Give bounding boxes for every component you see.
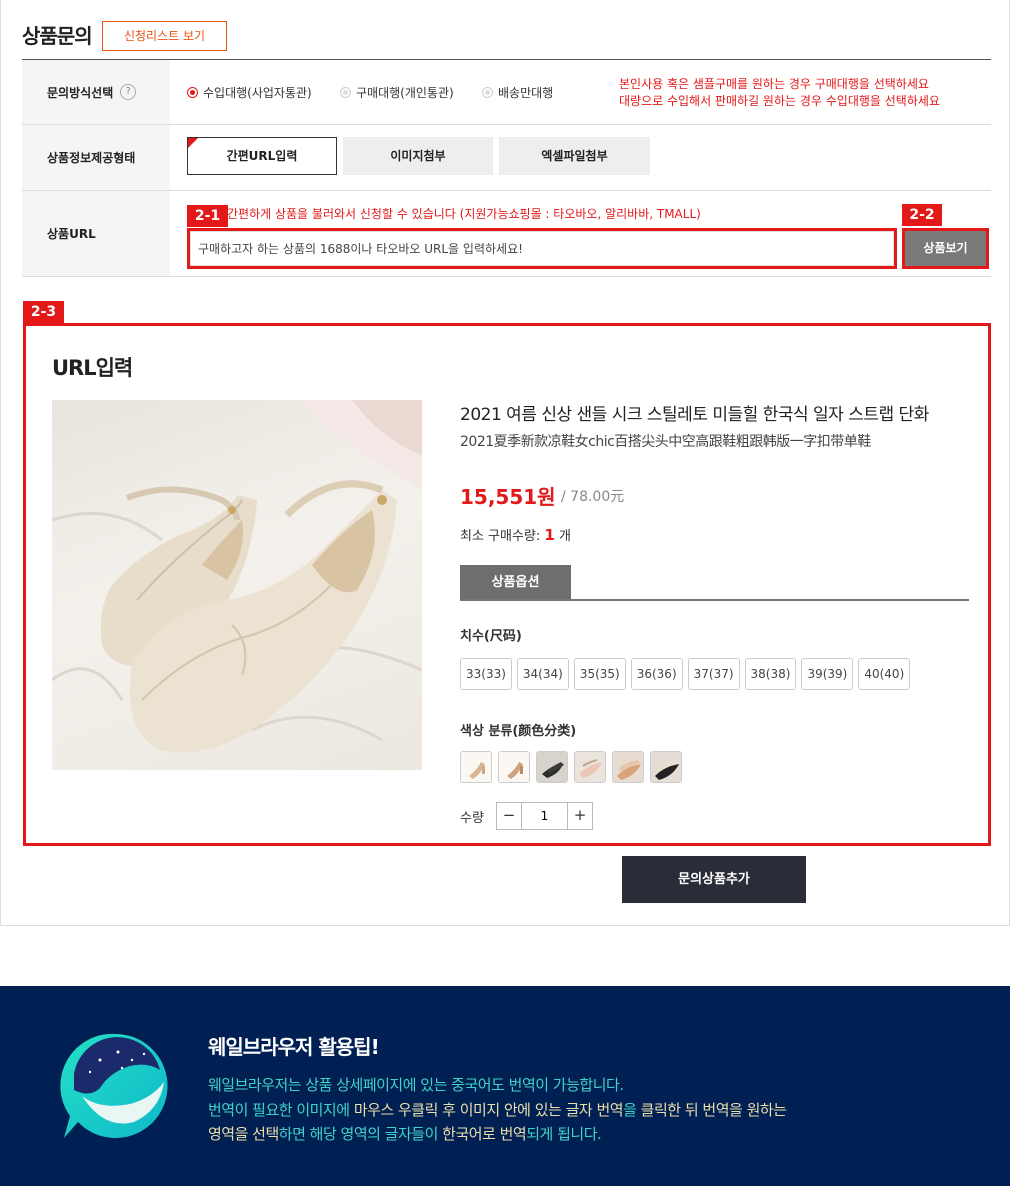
- method-notice: 본인사용 혹은 샘플구매를 원하는 경우 구매대행을 선택하세요 대량으로 수입…: [619, 76, 940, 110]
- result-title: URL입력: [52, 356, 133, 380]
- color-label: 색상 분류(颜色分类): [460, 724, 577, 739]
- product-title-cn: 2021夏季新款凉鞋女chic百搭尖头中空高跟鞋粗跟韩版一字扣带单鞋: [460, 434, 871, 450]
- tip-title: 웨일브라우저 활용팁!: [208, 1035, 380, 1059]
- tip-line: 웨일브라우저는 상품 상세페이지에 있는 중국어도 번역이 가능합니다.: [208, 1076, 624, 1094]
- color-swatch[interactable]: [612, 751, 644, 783]
- notice-line: 본인사용 혹은 샘플구매를 원하는 경우 구매대행을 선택하세요: [619, 77, 929, 91]
- add-inquiry-product-button[interactable]: 문의상품추가: [622, 856, 806, 903]
- shoe-illustration: [52, 400, 422, 753]
- quantity-decrease-button[interactable]: −: [497, 803, 522, 829]
- product-price-cny: / 78.00元: [561, 489, 625, 505]
- quantity-input[interactable]: [522, 803, 567, 829]
- radio-purchase-agency[interactable]: 구매대행(개인통관): [340, 84, 454, 101]
- size-option[interactable]: 33(33): [460, 658, 512, 690]
- method-row: 문의방식선택 ? 수입대행(사업자통관) 구매대행(개인통관) 배송만대행 본인…: [22, 60, 991, 125]
- tip-line: 영역을 선택하면 해당 영역의 글자들이 한국어로 번역되게 됩니다.: [208, 1125, 602, 1143]
- tab-excel-attach[interactable]: 엑셀파일첨부: [499, 137, 650, 175]
- quantity-increase-button[interactable]: +: [567, 803, 592, 829]
- min-qty-label: 최소 구매수량:: [460, 529, 541, 544]
- size-option[interactable]: 34(34): [516, 658, 569, 690]
- request-list-button[interactable]: 신청리스트 보기: [102, 21, 227, 51]
- product-image: [52, 400, 422, 770]
- size-option[interactable]: 36(36): [630, 658, 683, 690]
- radio-label: 구매대행(개인통관): [356, 86, 454, 100]
- radio-unselected-icon: [340, 87, 351, 98]
- tab-url-input[interactable]: 간편URL입력: [187, 137, 337, 175]
- radio-unselected-icon: [482, 87, 493, 98]
- whale-logo-icon: [60, 1033, 168, 1138]
- product-title-ko: 2021 여름 신상 샌들 시크 스틸레토 미들힐 한국식 일자 스트랩 단화: [460, 405, 929, 425]
- radio-label: 배송만대행: [498, 86, 554, 100]
- min-quantity: 최소 구매수량: 1 개: [460, 525, 571, 544]
- color-swatch[interactable]: [460, 751, 492, 783]
- min-qty-unit: 개: [559, 529, 571, 544]
- size-options: 33(33) 34(34) 35(35) 36(36) 37(37) 38(38…: [460, 658, 911, 690]
- annotation-badge-result: 2-3: [23, 301, 64, 323]
- size-option[interactable]: 38(38): [744, 658, 797, 690]
- radio-selected-icon: [187, 87, 198, 98]
- inquiry-panel: 상품문의 신청리스트 보기 문의방식선택 ? 수입대행(사업자통관) 구매대행(…: [0, 0, 1010, 926]
- method-label-cell: 문의방식선택 ?: [22, 60, 170, 124]
- min-qty-value: 1: [544, 526, 555, 544]
- size-label: 치수(尺码): [460, 629, 522, 644]
- annotation-badge-button: 2-2: [902, 204, 942, 226]
- method-label: 문의방식선택: [47, 85, 114, 100]
- tab-image-attach[interactable]: 이미지첨부: [343, 137, 493, 175]
- annotation-badge-input: 2-1: [187, 205, 228, 227]
- size-option[interactable]: 39(39): [801, 658, 854, 690]
- color-swatch[interactable]: [650, 751, 682, 783]
- whale-tip-banner: 웨일브라우저 활용팁! 웨일브라우저는 상품 상세페이지에 있는 중국어도 번역…: [0, 986, 1010, 1186]
- tab-product-options[interactable]: 상품옵션: [460, 565, 571, 600]
- page-title: 상품문의: [22, 24, 93, 48]
- size-option[interactable]: 37(37): [687, 658, 740, 690]
- color-swatch[interactable]: [498, 751, 530, 783]
- color-options: [460, 751, 682, 783]
- color-swatch[interactable]: [574, 751, 606, 783]
- radio-label: 수입대행(사업자통관): [203, 86, 312, 100]
- options-divider: [460, 599, 969, 601]
- help-icon[interactable]: ?: [120, 84, 137, 100]
- form-type-label: 상품정보제공형태: [22, 125, 170, 190]
- url-label: 상품URL: [22, 191, 170, 276]
- size-option[interactable]: 35(35): [573, 658, 626, 690]
- radio-shipping-only[interactable]: 배송만대행: [482, 84, 553, 101]
- url-hint: 간편하게 상품을 불러와서 신청할 수 있습니다 (지원가능쇼핑몰 : 타오바오…: [227, 207, 701, 221]
- color-swatch[interactable]: [536, 751, 568, 783]
- radio-import-agency[interactable]: 수입대행(사업자통관): [187, 84, 312, 101]
- tip-body: 웨일브라우저는 상품 상세페이지에 있는 중국어도 번역이 가능합니다. 번역이…: [208, 1073, 787, 1147]
- quantity-label: 수량: [460, 811, 484, 826]
- size-option[interactable]: 40(40): [858, 658, 911, 690]
- form-type-row: 상품정보제공형태 간편URL입력 이미지첨부 엑셀파일첨부: [22, 125, 991, 191]
- url-input[interactable]: [190, 231, 894, 266]
- url-input-wrapper: [187, 228, 897, 269]
- product-price-krw: 15,551원: [460, 485, 556, 509]
- quantity-stepper: − +: [496, 802, 593, 830]
- notice-line: 대량으로 수입해서 판매하길 원하는 경우 수입대행을 선택하세요: [619, 94, 940, 108]
- view-product-button[interactable]: 상품보기: [902, 228, 989, 269]
- url-result-box: URL입력 2021 여름 신상 샌들 시크 스틸레토 미들힐 한국식 일자 스…: [23, 323, 991, 846]
- tip-line: 번역이 필요한 이미지에 마우스 우클릭 후 이미지 안에 있는 글자 번역을 …: [208, 1100, 787, 1119]
